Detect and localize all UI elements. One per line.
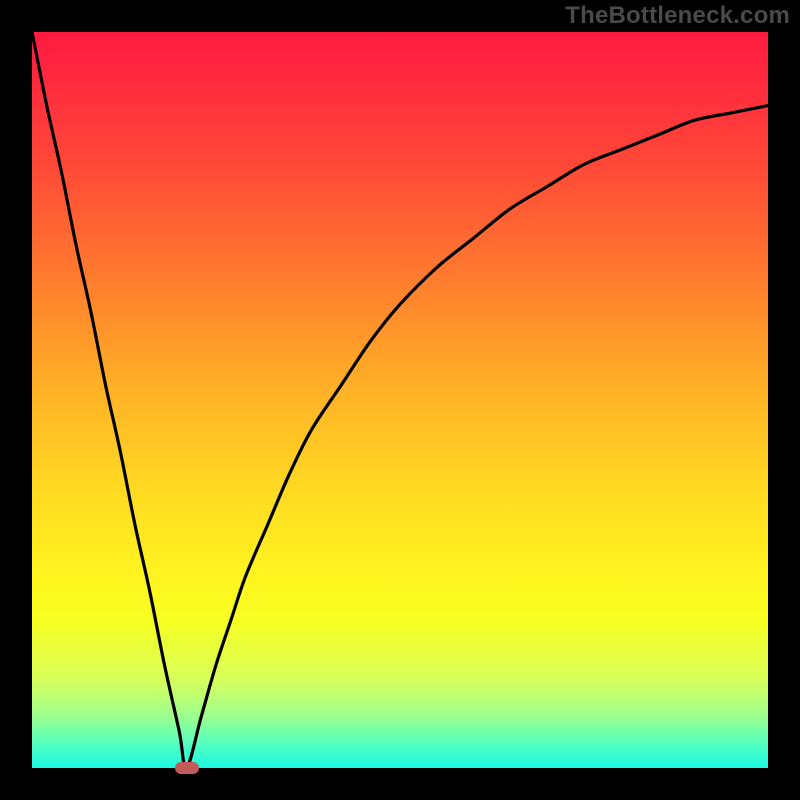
bottleneck-curve	[32, 32, 768, 768]
watermark-text: TheBottleneck.com	[565, 2, 790, 30]
optimum-marker	[175, 762, 199, 774]
chart-frame: TheBottleneck.com	[0, 0, 800, 800]
plot-area	[32, 32, 768, 768]
